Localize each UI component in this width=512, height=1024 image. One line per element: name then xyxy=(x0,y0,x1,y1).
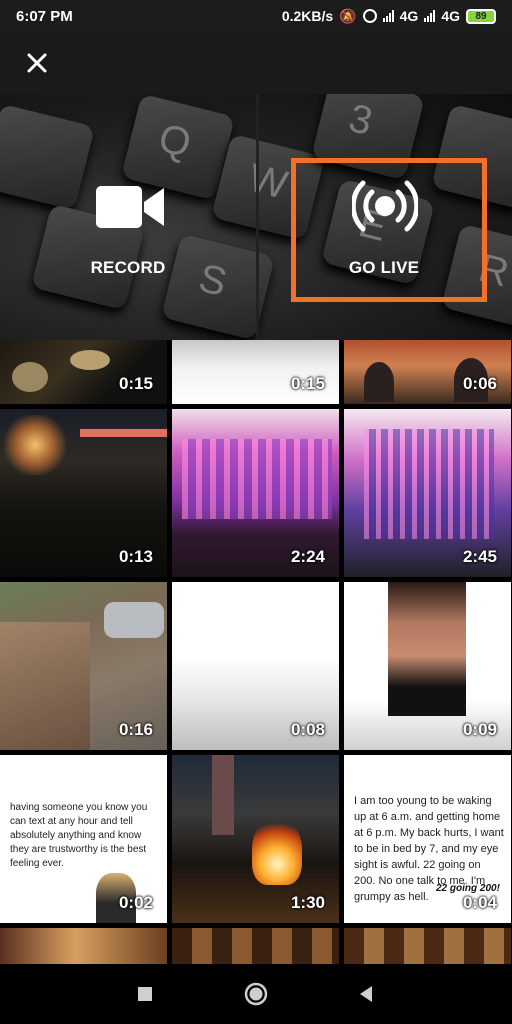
video-duration: 0:09 xyxy=(462,720,497,739)
close-button[interactable] xyxy=(20,46,54,80)
media-thumbnail[interactable]: 0:09 xyxy=(344,582,511,750)
signal-icon xyxy=(382,10,394,22)
video-caption: having someone you know you can text at … xyxy=(10,802,148,869)
video-duration: 2:24 xyxy=(290,547,325,566)
media-thumbnail[interactable] xyxy=(0,928,167,964)
video-camera-icon xyxy=(96,186,164,228)
media-thumbnail[interactable]: 0:08 xyxy=(172,582,339,750)
network-type-1: 4G xyxy=(399,8,419,24)
media-thumbnail[interactable]: 0:15 xyxy=(0,340,167,404)
video-duration: 0:08 xyxy=(290,720,325,739)
top-bar xyxy=(0,32,512,94)
media-thumbnail[interactable]: 2:24 xyxy=(172,409,339,577)
media-thumbnail[interactable]: I am too young to be waking up at 6 a.m.… xyxy=(344,755,511,923)
media-thumbnail[interactable]: 0:13 xyxy=(0,409,167,577)
status-bar: 6:07 PM 0.2KB/s 🔕 4G 4G 89 xyxy=(0,0,512,32)
video-duration: 0:06 xyxy=(462,374,497,393)
back-icon xyxy=(359,986,372,1002)
battery-icon: 89 xyxy=(466,8,496,24)
status-indicators: 0.2KB/s 🔕 4G 4G 89 xyxy=(282,8,496,25)
video-duration: 2:45 xyxy=(462,547,497,566)
net-speed: 0.2KB/s xyxy=(281,8,334,24)
recents-button[interactable] xyxy=(130,979,160,1009)
system-navigation-bar xyxy=(0,964,512,1024)
video-duration: 0:04 xyxy=(462,893,497,912)
go-live-label: GO LIVE xyxy=(348,258,420,277)
video-duration: 0:16 xyxy=(118,720,153,739)
signal-icon xyxy=(424,10,436,22)
video-duration: 0:15 xyxy=(290,374,325,393)
status-time: 6:07 PM xyxy=(16,7,73,25)
media-thumbnail[interactable]: 2:45 xyxy=(344,409,511,577)
alarm-icon xyxy=(362,9,377,23)
media-thumbnail[interactable] xyxy=(172,928,339,964)
record-button[interactable]: RECORD xyxy=(0,94,256,340)
media-thumbnail[interactable] xyxy=(344,928,511,964)
mute-icon: 🔕 xyxy=(339,7,357,24)
capture-options-panel: Q S W 3 E R RECORD GO LIVE xyxy=(0,94,512,340)
video-duration: 0:15 xyxy=(118,374,153,393)
media-thumbnail[interactable]: 0:06 xyxy=(344,340,511,404)
network-type-2: 4G xyxy=(441,8,460,24)
go-live-button[interactable]: GO LIVE xyxy=(256,94,512,340)
video-duration: 1:30 xyxy=(290,893,325,912)
home-button[interactable] xyxy=(241,979,271,1009)
broadcast-icon xyxy=(352,180,418,232)
media-grid: 0:15 0:15 0:06 0:13 2:24 2:45 0:16 0:08 … xyxy=(0,340,512,964)
media-thumbnail[interactable]: having someone you know you can text at … xyxy=(0,755,167,923)
recents-icon xyxy=(138,987,153,1001)
back-button[interactable] xyxy=(352,979,382,1009)
close-icon xyxy=(27,53,47,73)
video-duration: 0:13 xyxy=(118,547,153,566)
record-label: RECORD xyxy=(90,258,166,277)
home-icon xyxy=(244,982,268,1006)
media-thumbnail[interactable]: 0:16 xyxy=(0,582,167,750)
video-duration: 0:02 xyxy=(118,893,153,912)
media-thumbnail[interactable]: 1:30 xyxy=(172,755,339,923)
media-thumbnail[interactable]: 0:15 xyxy=(172,340,339,404)
